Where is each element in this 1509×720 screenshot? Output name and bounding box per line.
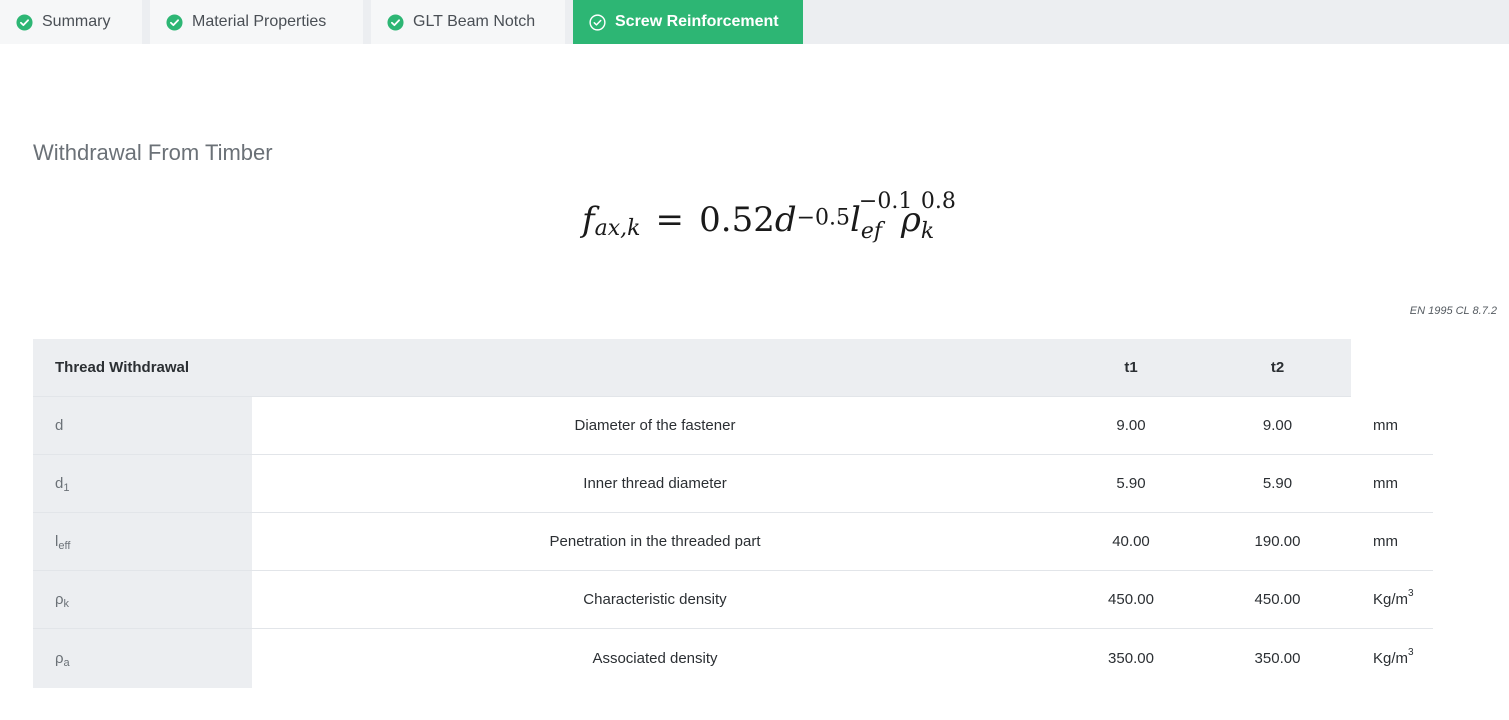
header-desc [252, 339, 1058, 396]
tab-summary[interactable]: Summary [0, 0, 142, 44]
tab-glt-beam-notch[interactable]: GLT Beam Notch [371, 0, 565, 44]
t1-value: 40.00 [1058, 513, 1204, 570]
code-reference: EN 1995 CL 8.7.2 [1409, 305, 1497, 317]
t2-value: 190.00 [1204, 513, 1351, 570]
tab-label: GLT Beam Notch [413, 13, 536, 30]
table-row: ρk Characteristic density 450.00 450.00 … [33, 571, 1451, 629]
check-circle-icon [16, 13, 33, 31]
symbol-cell: ρk [33, 571, 252, 628]
symbol-cell: d1 [33, 455, 252, 512]
tab-material-properties[interactable]: Material Properties [150, 0, 363, 44]
symbol-cell: l eff [33, 513, 252, 570]
tab-bar: Summary Material Properties GLT Beam Not… [0, 0, 1509, 44]
t2-value: 350.00 [1204, 629, 1351, 688]
tab-label: Screw Reinforcement [615, 13, 779, 30]
header-t2: t2 [1270, 359, 1285, 376]
table-row: l eff Penetration in the threaded part 40… [33, 513, 1451, 571]
withdrawal-formula: fax,k = 0.52d−0.5l −0.1 ef ρ 0.8 k [582, 189, 956, 244]
description-cell: Diameter of the fastener [252, 397, 1058, 454]
tab-screw-reinforcement[interactable]: Screw Reinforcement [573, 0, 803, 44]
unit-cell: Kg/m 3 [1351, 629, 1451, 688]
check-circle-icon [166, 13, 183, 31]
description-cell: Penetration in the threaded part [252, 513, 1058, 570]
unit-cell: mm [1351, 455, 1451, 512]
table-row: d1 Inner thread diameter 5.90 5.90 mm [33, 455, 1451, 513]
t1-value: 350.00 [1058, 629, 1204, 688]
symbol-cell: d [33, 397, 252, 454]
symbol-cell: ρa [33, 629, 252, 688]
t1-value: 9.00 [1058, 397, 1204, 454]
check-circle-outline-icon [589, 13, 606, 31]
table-header: Thread Withdrawal t1 t2 [33, 339, 1351, 397]
tab-label: Summary [42, 13, 111, 30]
check-circle-icon [387, 13, 404, 31]
table-row: d Diameter of the fastener 9.00 9.00 mm [33, 397, 1451, 455]
header-t1: t1 [1124, 359, 1138, 376]
t1-value: 450.00 [1058, 571, 1204, 628]
description-cell: Associated density [252, 629, 1058, 688]
t2-value: 450.00 [1204, 571, 1351, 628]
t2-value: 9.00 [1204, 397, 1351, 454]
header-title: Thread Withdrawal [55, 359, 190, 376]
description-cell: Characteristic density [252, 571, 1058, 628]
table-row: ρa Associated density 350.00 350.00 Kg/m… [33, 629, 1451, 688]
tab-label: Material Properties [192, 13, 327, 30]
unit-cell: Kg/m 3 [1351, 571, 1451, 628]
t1-value: 5.90 [1058, 455, 1204, 512]
description-cell: Inner thread diameter [252, 455, 1058, 512]
thread-withdrawal-table: Thread Withdrawal t1 t2 d Diameter of th… [33, 339, 1451, 688]
section-title: Withdrawal From Timber [33, 140, 273, 165]
unit-cell: mm [1351, 397, 1451, 454]
unit-cell: mm [1351, 513, 1451, 570]
t2-value: 5.90 [1204, 455, 1351, 512]
